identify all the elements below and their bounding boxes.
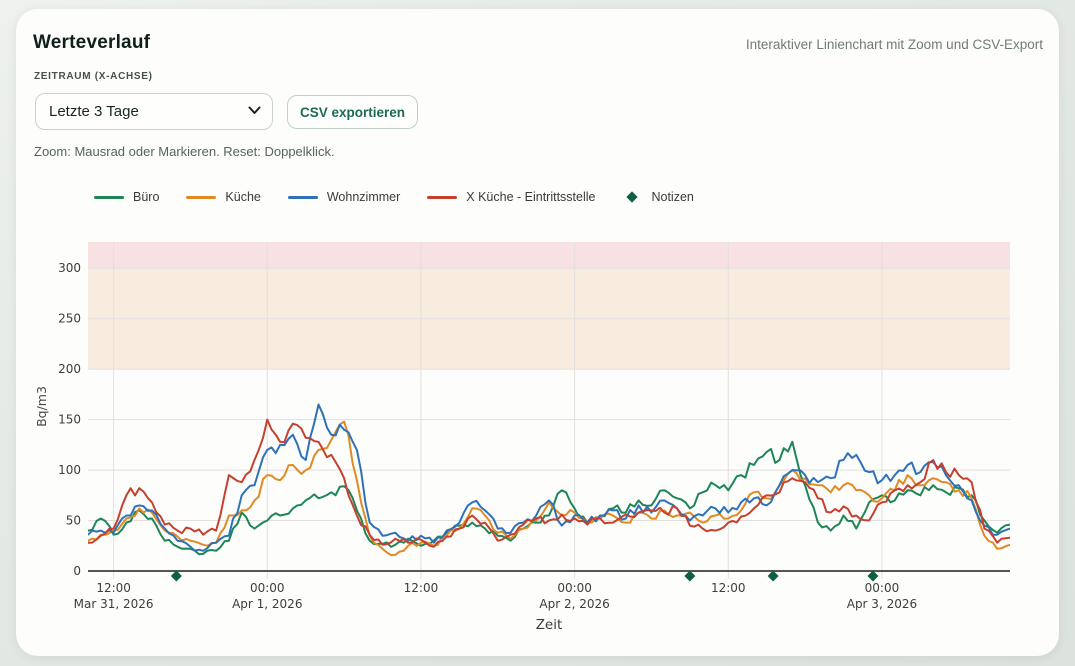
page-subtitle: Interaktiver Linienchart mit Zoom und CS…: [746, 37, 1043, 52]
chart-card: Werteverlauf Interaktiver Linienchart mi…: [16, 9, 1059, 656]
y-tick-label: 250: [58, 312, 81, 326]
legend-line-swatch: [288, 196, 318, 199]
legend-line-swatch: [186, 196, 216, 199]
y-tick-label: 200: [58, 362, 81, 376]
page-title: Werteverlauf: [33, 32, 150, 54]
csv-export-button[interactable]: CSV exportieren: [287, 95, 418, 129]
x-tick-label: 00:00Apr 3, 2026: [847, 581, 917, 611]
legend-item[interactable]: Büro: [94, 190, 159, 204]
x-tick-label: 00:00Apr 1, 2026: [232, 581, 302, 611]
series-line: [88, 420, 1010, 547]
note-diamond-marker[interactable]: [684, 571, 695, 582]
legend-line-swatch: [427, 196, 457, 199]
line-chart[interactable]: 0 50 100 150 200 250 300 12:00Mar 31, 2026 00:00…: [16, 230, 1059, 650]
y-tick-label: 150: [58, 413, 81, 427]
note-diamond-marker[interactable]: [768, 571, 779, 582]
y-tick-label: 0: [73, 564, 81, 578]
legend-label: X Küche - Eintrittsstelle: [466, 190, 595, 204]
legend-label: Büro: [133, 190, 159, 204]
legend-item[interactable]: Küche: [186, 190, 260, 204]
x-tick-label: 12:00Mar 31, 2026: [74, 581, 154, 611]
note-diamond-marker[interactable]: [867, 571, 878, 582]
diamond-marker-icon: [627, 191, 638, 202]
series-line: [88, 405, 1010, 551]
zeitraum-select[interactable]: Letzte 3 Tage: [35, 93, 273, 130]
legend-item[interactable]: X Küche - Eintrittsstelle: [427, 190, 595, 204]
y-tick-label: 300: [58, 261, 81, 275]
zoom-hint: Zoom: Mausrad oder Markieren. Reset: Dop…: [34, 144, 335, 159]
legend-item-notes[interactable]: Notizen: [622, 190, 693, 204]
legend-label: Küche: [225, 190, 260, 204]
y-tick-label: 100: [58, 463, 81, 477]
x-tick-label: 12:00: [404, 581, 439, 595]
x-tick-label: 00:00Apr 2, 2026: [539, 581, 609, 611]
zeitraum-select-wrap: Letzte 3 Tage: [35, 93, 273, 130]
threshold-zone: [88, 242, 1010, 268]
y-tick-label: 50: [66, 514, 81, 528]
legend-item[interactable]: Wohnzimmer: [288, 190, 400, 204]
x-tick-label: 12:00: [711, 581, 746, 595]
legend-line-swatch: [94, 196, 124, 199]
x-axis-title: Zeit: [536, 617, 563, 633]
legend-label: Wohnzimmer: [327, 190, 400, 204]
note-diamond-marker[interactable]: [171, 571, 182, 582]
zeitraum-label: ZEITRAUM (X-ACHSE): [34, 71, 153, 82]
legend-label: Notizen: [651, 190, 693, 204]
y-axis-title: Bq/m3: [34, 386, 49, 427]
chart-legend: Büro Küche Wohnzimmer X Küche - Eintrittsst…: [94, 188, 694, 206]
